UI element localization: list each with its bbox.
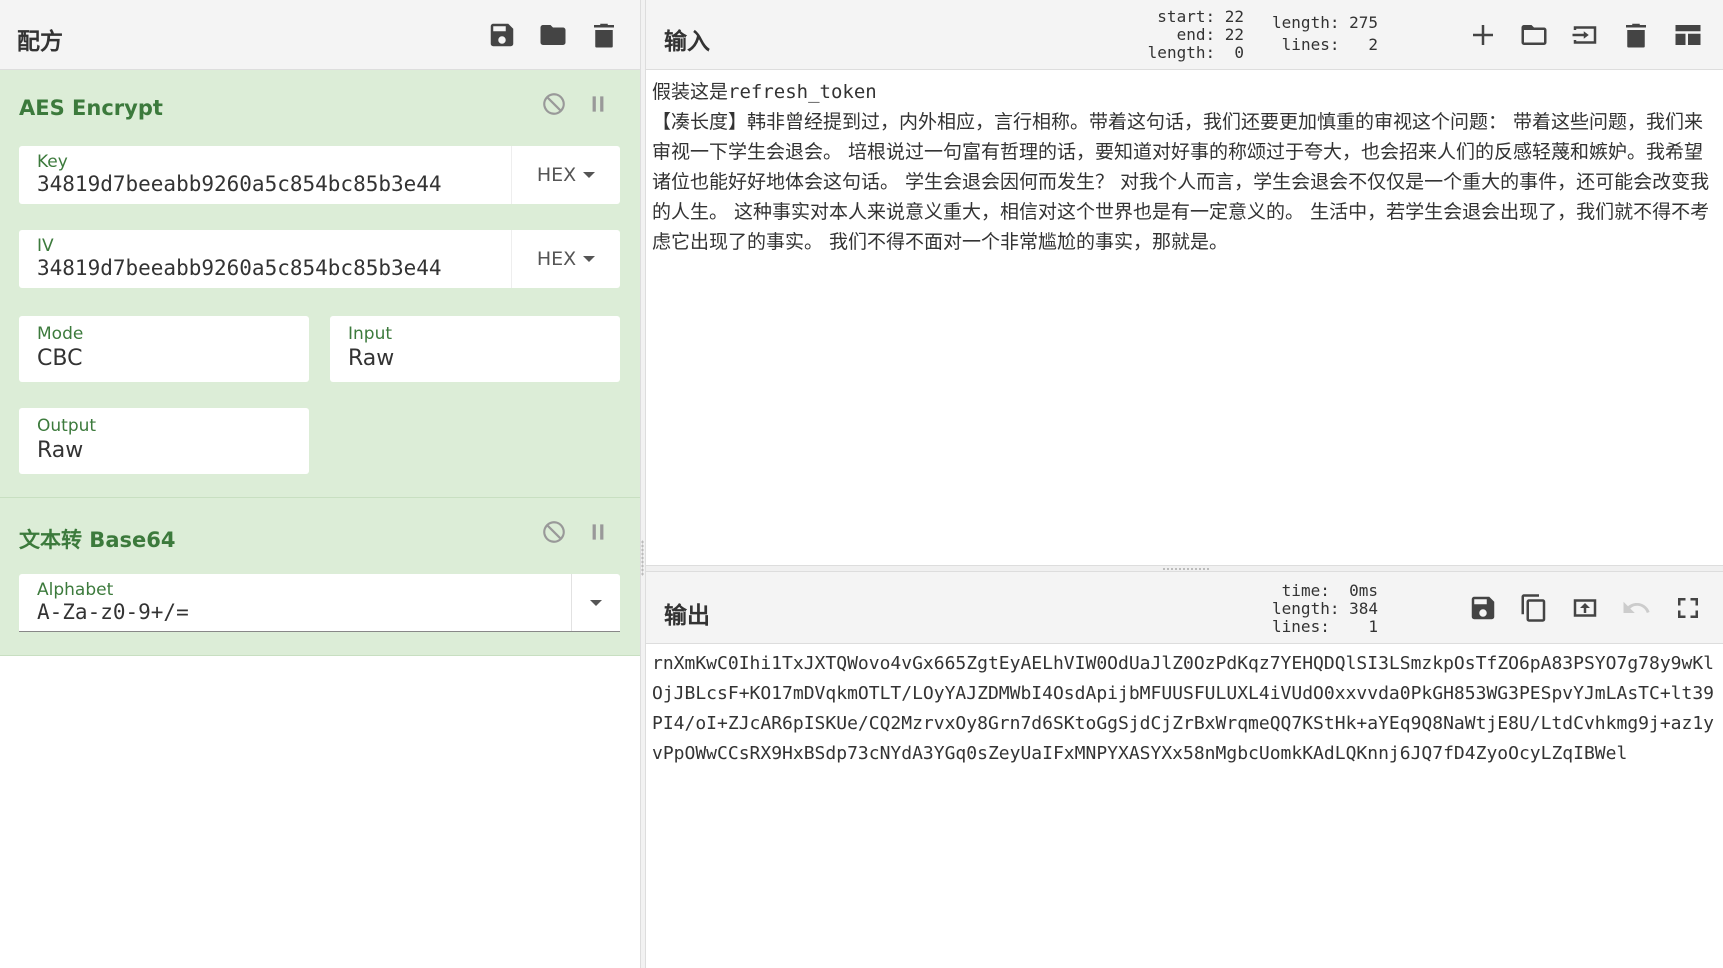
import-icon[interactable]	[1568, 18, 1602, 52]
input-stats: length: 275 lines: 2	[1246, 14, 1378, 54]
output-stats: time: 0ms length: 384 lines: 1	[1206, 582, 1378, 636]
chevron-down-icon	[590, 599, 602, 606]
alphabet-field[interactable]: Alphabet A-Za-z0-9+/=	[19, 574, 620, 632]
mode-label: Mode	[37, 324, 84, 344]
divider-grip[interactable]	[641, 540, 644, 576]
output-length-readout: length: 384	[1272, 599, 1378, 618]
mode-field[interactable]: Mode CBC	[19, 316, 309, 382]
iv-input[interactable]: 34819d7beeabb9260a5c854bc85b3e44	[37, 256, 442, 280]
input-type-field[interactable]: Input Raw	[330, 316, 620, 382]
disable-icon[interactable]	[540, 518, 568, 546]
recipe-title: 配方	[17, 29, 63, 55]
trash-icon[interactable]	[587, 18, 621, 52]
key-format-dropdown[interactable]: HEX	[511, 146, 620, 204]
output-type-label: Output	[37, 416, 97, 436]
input-length-readout: length: 275	[1272, 13, 1378, 32]
folder-icon[interactable]	[536, 18, 570, 52]
iv-format-dropdown[interactable]: HEX	[511, 230, 620, 288]
mode-value[interactable]: CBC	[37, 346, 82, 371]
pause-icon[interactable]	[584, 518, 612, 546]
save-icon[interactable]	[485, 18, 519, 52]
iv-label: IV	[37, 236, 54, 256]
io-panel: 输入 start: 22 end: 22 length: 0 length: 275…	[646, 0, 1723, 968]
recipe-panel: 配方 AES Encrypt Key 34819d7beeabb9260a5c8…	[0, 0, 640, 968]
aes-encrypt-operation[interactable]: AES Encrypt Key 34819d7beeabb9260a5c854b…	[0, 70, 640, 498]
end-readout: end: 22	[1176, 25, 1244, 44]
io-splitter[interactable]	[646, 565, 1723, 572]
fullscreen-icon[interactable]	[1671, 591, 1705, 625]
input-title: 输入	[664, 29, 710, 55]
key-label: Key	[37, 152, 68, 172]
input-first-line-cn: 假装这是	[652, 81, 729, 103]
add-icon[interactable]	[1466, 18, 1500, 52]
save-output-icon[interactable]	[1466, 591, 1500, 625]
key-field[interactable]: Key 34819d7beeabb9260a5c854bc85b3e44 HEX	[19, 146, 620, 204]
alphabet-label: Alphabet	[37, 580, 114, 600]
output-textarea[interactable]: rnXmKwC0Ihi1TxJXTQWovo4vGx665ZgtEyAELhVI…	[652, 649, 1718, 769]
open-folder-icon[interactable]	[1517, 18, 1551, 52]
input-type-label: Input	[348, 324, 393, 344]
input-type-value[interactable]: Raw	[348, 346, 394, 371]
output-type-value[interactable]: Raw	[37, 438, 83, 463]
replace-input-icon[interactable]	[1568, 591, 1602, 625]
copy-icon[interactable]	[1517, 591, 1551, 625]
input-header: 输入 start: 22 end: 22 length: 0 length: 275…	[646, 0, 1723, 70]
alphabet-dropdown[interactable]	[571, 574, 620, 631]
clear-input-icon[interactable]	[1619, 18, 1653, 52]
layout-icon[interactable]	[1671, 18, 1705, 52]
disable-icon[interactable]	[540, 90, 568, 118]
input-first-line-token: refresh_token	[728, 81, 877, 103]
output-time-readout: time: 0ms	[1281, 581, 1378, 600]
input-lines-readout: lines: 2	[1281, 35, 1378, 54]
input-body-text: 【凑长度】韩非曾经提到过，内外相应，言行相称。带着这句话，我们还要更加慎重的审视…	[652, 111, 1710, 253]
iv-field[interactable]: IV 34819d7beeabb9260a5c854bc85b3e44 HEX	[19, 230, 620, 288]
selection-length-readout: length: 0	[1147, 43, 1244, 62]
input-selection-info: start: 22 end: 22 length: 0	[1084, 8, 1244, 62]
chevron-down-icon	[583, 172, 596, 178]
alphabet-input[interactable]: A-Za-z0-9+/=	[37, 600, 189, 624]
start-readout: start: 22	[1157, 7, 1244, 26]
key-format-label: HEX	[536, 164, 577, 186]
pause-icon[interactable]	[584, 90, 612, 118]
to-base64-title: 文本转 Base64	[19, 528, 176, 552]
output-type-field[interactable]: Output Raw	[19, 408, 309, 474]
iv-format-label: HEX	[536, 248, 577, 270]
to-base64-operation[interactable]: 文本转 Base64 Alphabet A-Za-z0-9+/=	[0, 498, 640, 656]
output-lines-readout: lines: 1	[1272, 617, 1378, 636]
undo-icon[interactable]	[1619, 591, 1653, 625]
chevron-down-icon	[583, 256, 596, 262]
output-header: 输出 time: 0ms length: 384 lines: 1	[646, 572, 1723, 644]
key-input[interactable]: 34819d7beeabb9260a5c854bc85b3e44	[37, 172, 442, 196]
recipe-header: 配方	[0, 0, 640, 70]
aes-encrypt-title: AES Encrypt	[19, 96, 163, 120]
output-title: 输出	[664, 603, 710, 629]
splitter-grip[interactable]	[1162, 567, 1210, 571]
input-first-line: 假装这是refresh_token	[652, 77, 1718, 107]
input-textarea[interactable]: 假装这是refresh_token 【凑长度】韩非曾经提到过，内外相应，言行相称…	[652, 77, 1718, 257]
